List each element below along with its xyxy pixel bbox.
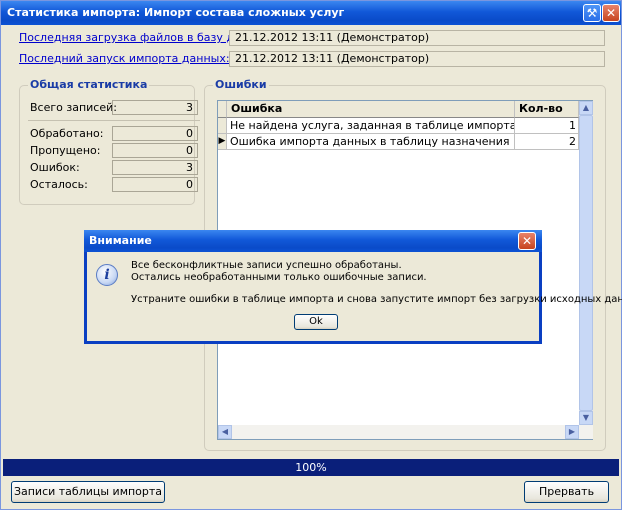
stat-processed-label: Обработано: bbox=[30, 127, 104, 140]
ok-button[interactable]: Ok bbox=[294, 314, 338, 330]
scroll-up-icon[interactable]: ▲ bbox=[579, 101, 593, 115]
stat-skipped-value: 0 bbox=[112, 143, 198, 158]
count-cell[interactable]: 2 bbox=[515, 134, 579, 150]
vertical-scroll-thumb[interactable] bbox=[579, 115, 593, 411]
column-header-count[interactable]: Кол-во bbox=[515, 101, 579, 118]
vertical-scrollbar[interactable]: ▲ ▼ bbox=[579, 101, 593, 439]
stat-errors-value: 3 bbox=[112, 160, 198, 175]
row-header-corner bbox=[218, 101, 227, 118]
row-selector[interactable] bbox=[218, 118, 227, 134]
stats-divider bbox=[28, 120, 200, 121]
stat-total-label: Всего записей: bbox=[30, 101, 117, 114]
abort-button[interactable]: Прервать bbox=[524, 481, 609, 503]
horizontal-scrollbar[interactable]: ◀ ▶ bbox=[218, 425, 579, 439]
progress-bar: 100% bbox=[3, 459, 619, 476]
close-icon[interactable]: ✕ bbox=[518, 232, 536, 250]
stat-skipped-label: Пропущено: bbox=[30, 144, 101, 157]
import-records-button[interactable]: Записи таблицы импорта bbox=[11, 481, 165, 503]
general-stats-group: Общая статистика Всего записей: 3 Обрабо… bbox=[19, 78, 200, 205]
title-bar[interactable]: Статистика импорта: Импорт состава сложн… bbox=[1, 1, 621, 25]
info-icon: i bbox=[96, 264, 118, 286]
import-stats-window: Статистика импорта: Импорт состава сложн… bbox=[0, 0, 622, 510]
stat-remaining-value: 0 bbox=[112, 177, 198, 192]
last-import-value: 21.12.2012 13:11 (Демонстратор) bbox=[229, 51, 605, 67]
column-header-error[interactable]: Ошибка bbox=[227, 101, 515, 118]
stat-remaining-label: Осталось: bbox=[30, 178, 88, 191]
error-cell[interactable]: Не найдена услуга, заданная в таблице им… bbox=[227, 118, 515, 134]
count-cell[interactable]: 1 bbox=[515, 118, 579, 134]
last-import-link[interactable]: Последний запуск импорта данных: bbox=[19, 52, 230, 65]
warning-dialog: Внимание ✕ i Все бесконфликтные записи у… bbox=[84, 230, 622, 344]
dialog-title: Внимание bbox=[89, 234, 152, 247]
wrench-icon[interactable]: ⚒ bbox=[583, 4, 601, 22]
general-stats-title: Общая статистика bbox=[28, 78, 150, 91]
stat-processed-value: 0 bbox=[112, 126, 198, 141]
scroll-right-icon[interactable]: ▶ bbox=[565, 425, 579, 439]
window-title: Статистика импорта: Импорт состава сложн… bbox=[7, 6, 345, 19]
dialog-message-line: Все бесконфликтные записи успешно обрабо… bbox=[131, 260, 402, 271]
stat-total-value: 3 bbox=[112, 100, 198, 115]
stat-errors-label: Ошибок: bbox=[30, 161, 80, 174]
row-pointer-icon[interactable]: ▶ bbox=[218, 134, 227, 150]
errors-group-title: Ошибки bbox=[213, 78, 269, 91]
scroll-left-icon[interactable]: ◀ bbox=[218, 425, 232, 439]
last-upload-value: 21.12.2012 13:11 (Демонстратор) bbox=[229, 30, 605, 46]
dialog-message-line: Остались необработанными только ошибочны… bbox=[131, 272, 427, 283]
close-icon[interactable]: ✕ bbox=[602, 4, 620, 22]
dialog-message-line: Устраните ошибки в таблице импорта и сно… bbox=[131, 294, 622, 305]
scroll-down-icon[interactable]: ▼ bbox=[579, 411, 593, 425]
error-cell[interactable]: Ошибка импорта данных в таблицу назначен… bbox=[227, 134, 515, 150]
dialog-title-bar[interactable]: Внимание ✕ bbox=[84, 230, 542, 252]
